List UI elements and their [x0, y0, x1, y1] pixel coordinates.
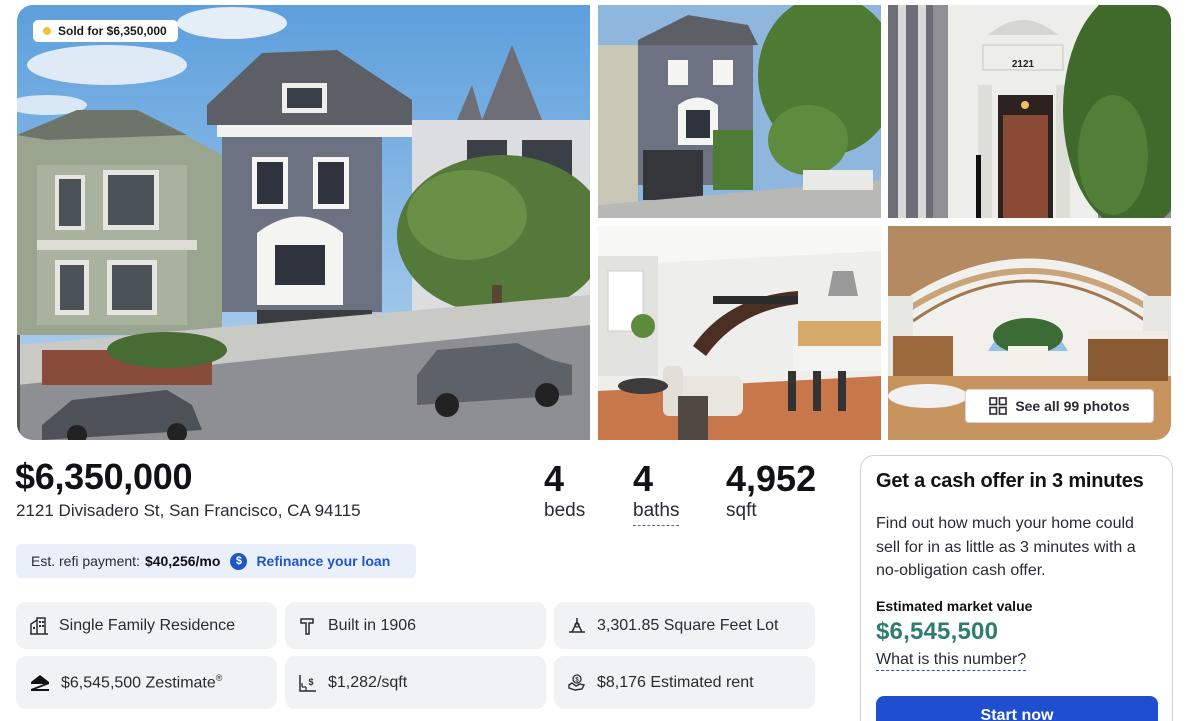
registered-mark: ® [215, 672, 223, 683]
fact-year-built: Built in 1906 [285, 602, 546, 649]
market-value: $6,545,500 [876, 618, 999, 645]
main-photo[interactable] [17, 5, 590, 440]
fact-zestimate-label: $6,545,500 Zestimate® [61, 673, 222, 692]
beds-count: 4 [544, 458, 565, 499]
dollar-coin-icon: $ [230, 552, 248, 570]
beds-stat: 4 beds [544, 460, 585, 522]
house-number-plate: 2121 [1012, 59, 1035, 70]
lot-measure-icon [569, 617, 585, 633]
sold-badge: Sold for $6,350,000 [33, 20, 178, 42]
sqft-label: sqft [726, 500, 757, 521]
photo-front-door[interactable]: 2121 [888, 5, 1171, 218]
baths-count: 4 [633, 458, 654, 499]
svg-text:$: $ [308, 677, 313, 687]
zestimate-value: $6,545,500 Zestimate [61, 674, 216, 692]
fact-lot-size: 3,301.85 Square Feet Lot [554, 602, 815, 649]
fact-price-per-sqft-label: $1,282/sqft [328, 673, 408, 691]
hammer-icon [300, 617, 314, 635]
what-is-this-number-link[interactable]: What is this number? [876, 651, 1027, 671]
cash-offer-description: Find out how much your home could sell f… [876, 515, 1136, 579]
cash-offer-title: Get a cash offer in 3 minutes [876, 470, 1144, 492]
zillow-logo-icon [31, 674, 49, 691]
market-value-label: Estimated market value [876, 598, 1033, 614]
hand-dollar-icon: $ [568, 673, 586, 691]
fact-estimated-rent: $ $8,176 Estimated rent [554, 656, 815, 709]
refi-banner: Est. refi payment: $40,256/mo $ Refinanc… [16, 544, 416, 578]
photo-living-kitchen[interactable] [598, 226, 881, 440]
fact-lot-size-label: 3,301.85 Square Feet Lot [597, 616, 779, 634]
status-dot-icon [43, 27, 51, 35]
fact-estimated-rent-label: $8,176 Estimated rent [597, 673, 754, 691]
building-icon [30, 616, 48, 635]
price-per-area-icon: $ [299, 674, 316, 692]
baths-label[interactable]: baths [633, 500, 680, 526]
fact-year-built-label: Built in 1906 [328, 616, 417, 634]
sqft-stat: 4,952 sqft [726, 460, 816, 522]
start-now-button[interactable]: Start now [876, 696, 1158, 721]
fact-home-type-label: Single Family Residence [59, 616, 236, 634]
see-all-photos-button[interactable]: See all 99 photos [965, 389, 1154, 423]
refi-amount: $40,256/mo [144, 553, 221, 569]
see-all-photos-label: See all 99 photos [1015, 398, 1130, 414]
refinance-link[interactable]: Refinance your loan [256, 553, 390, 569]
refi-label: Est. refi payment: [31, 553, 140, 569]
grid-icon [989, 397, 1008, 415]
photo-exterior-front[interactable] [598, 5, 881, 218]
cash-offer-card: Get a cash offer in 3 minutes Find out h… [860, 455, 1173, 721]
listing-price: $6,350,000 [15, 456, 193, 497]
sold-badge-label: Sold for $6,350,000 [58, 24, 167, 38]
fact-zestimate[interactable]: $6,545,500 Zestimate® [16, 656, 277, 709]
fact-home-type: Single Family Residence [16, 602, 277, 649]
beds-label: beds [544, 500, 586, 521]
baths-stat[interactable]: 4 baths [633, 458, 680, 526]
sqft-count: 4,952 [726, 458, 817, 499]
fact-price-per-sqft: $ $1,282/sqft [285, 656, 546, 709]
listing-address: 2121 Divisadero St, San Francisco, CA 94… [16, 501, 361, 520]
